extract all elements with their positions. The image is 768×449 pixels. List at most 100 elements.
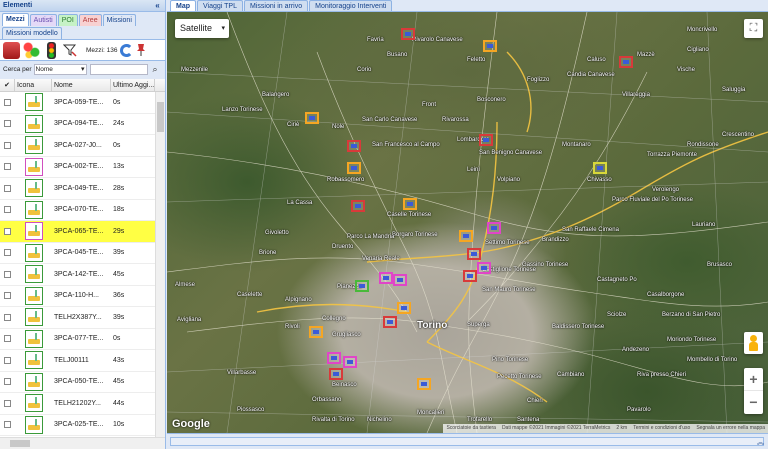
table-row[interactable]: 3PCA-142-TE... 45s (0, 264, 155, 286)
table-row[interactable]: TELH21202Y... 44s (0, 393, 155, 415)
vehicle-marker[interactable] (487, 222, 501, 234)
table-row[interactable]: 3PCA-025-TE... 10s (0, 415, 155, 436)
street-view-pegman-icon[interactable] (744, 332, 763, 354)
vehicle-marker[interactable] (343, 356, 357, 368)
map-label-feletto: Feletto (467, 57, 486, 63)
satellite-map[interactable]: Satellite ⛶ + − Google Scorciatoie da ta… (167, 12, 768, 433)
row-checkbox[interactable] (4, 335, 11, 343)
row-checkbox[interactable] (4, 378, 11, 386)
search-field-select[interactable]: Nome (33, 63, 87, 75)
row-checkbox[interactable] (4, 356, 11, 364)
tab-poi[interactable]: POI (57, 14, 78, 26)
table-row[interactable]: 3PCA-002-TE... 13s (0, 157, 155, 178)
vertical-scrollbar[interactable] (155, 92, 165, 437)
table-row[interactable]: 3PCA-050-TE... 45s (0, 372, 155, 393)
bottom-panel-header[interactable] (170, 437, 764, 446)
vehicle-marker[interactable] (397, 302, 411, 314)
vehicle-marker[interactable] (477, 262, 491, 274)
filter-icon[interactable] (63, 43, 77, 57)
tab-autisti[interactable]: Autisti (29, 14, 57, 26)
keyboard-shortcuts-link[interactable]: Scorciatoie da tastiera (446, 424, 495, 433)
row-checkbox[interactable] (4, 206, 11, 214)
row-checkbox[interactable] (4, 270, 11, 278)
vehicles-icon[interactable] (3, 41, 20, 59)
zoom-in-button[interactable]: + (744, 368, 763, 391)
table-row[interactable]: 3PCA-077-TE... 0s (0, 329, 155, 350)
row-checkbox[interactable] (4, 141, 11, 149)
last-update: 13s (113, 163, 125, 171)
vehicle-marker[interactable] (479, 134, 493, 146)
row-checkbox[interactable] (4, 163, 11, 171)
table-row[interactable]: 3PCA-070-TE... 18s (0, 200, 155, 221)
row-checkbox[interactable] (4, 120, 11, 128)
vehicle-marker[interactable] (459, 230, 473, 242)
vehicle-marker[interactable] (347, 162, 361, 174)
map-label-almese: Almese (175, 282, 196, 288)
tab-missioni-in-arrivo[interactable]: Missioni in arrivo (244, 0, 309, 11)
vehicle-marker[interactable] (467, 248, 481, 260)
vehicle-marker[interactable] (403, 198, 417, 210)
table-row[interactable]: 3PCA-094-TE... 24s (0, 114, 155, 135)
groups-icon[interactable] (23, 41, 40, 59)
row-checkbox[interactable] (4, 313, 11, 321)
report-error-link[interactable]: Segnala un errore nella mappa (696, 424, 765, 433)
row-checkbox[interactable] (4, 227, 11, 235)
tab-map[interactable]: Map (170, 0, 196, 11)
zoom-out-button[interactable]: − (744, 391, 763, 414)
vehicle-marker[interactable] (417, 378, 431, 390)
table-row[interactable]: 3PCA-065-TE... 29s (0, 221, 155, 243)
vehicle-marker[interactable] (379, 272, 393, 284)
refresh-icon[interactable] (120, 43, 134, 57)
column-header-name[interactable]: Nome (52, 79, 111, 91)
table-row[interactable]: 3PCA-045-TE... 39s (0, 243, 155, 264)
column-header-icon[interactable]: Icona (15, 79, 52, 91)
vehicle-marker[interactable] (355, 280, 369, 292)
scroll-thumb[interactable] (157, 102, 164, 132)
tab-viaggi-tpl[interactable]: Viaggi TPL (197, 0, 243, 11)
table-row[interactable]: 3PCA-110-H... 36s (0, 286, 155, 307)
search-input[interactable] (89, 63, 148, 75)
tab-aree[interactable]: Aree (78, 14, 102, 26)
vehicle-marker[interactable] (347, 140, 361, 152)
traffic-light-icon[interactable] (47, 41, 56, 59)
tab-missioni-modello[interactable]: Missioni modello (2, 27, 62, 39)
tab-missioni[interactable]: Missioni (102, 14, 136, 26)
collapse-panel-button[interactable]: « (153, 1, 162, 10)
table-row[interactable]: 3PCA-027-J0... 0s (0, 135, 155, 157)
vehicle-marker[interactable] (329, 368, 343, 380)
vehicle-marker[interactable] (401, 28, 415, 40)
vehicle-marker[interactable] (383, 316, 397, 328)
tab-monitoraggio-interventi[interactable]: Monitoraggio Interventi (309, 0, 393, 11)
select-all-checkbox[interactable]: ✔ (0, 79, 15, 91)
fullscreen-button[interactable]: ⛶ (744, 19, 763, 38)
hscroll-thumb[interactable] (10, 440, 30, 447)
expand-panel-icon[interactable]: ︽ (757, 437, 764, 447)
terms-link[interactable]: Termini e condizioni d'uso (633, 424, 690, 433)
vehicle-marker[interactable] (309, 326, 323, 338)
map-type-dropdown[interactable]: Satellite (175, 19, 229, 38)
row-checkbox[interactable] (4, 292, 11, 300)
vehicle-marker[interactable] (463, 270, 477, 282)
vehicle-marker[interactable] (619, 56, 633, 68)
row-checkbox[interactable] (4, 98, 11, 106)
tab-mezzi[interactable]: Mezzi (2, 13, 29, 26)
vehicle-marker[interactable] (327, 352, 341, 364)
table-row[interactable]: 3PCA-059-TE... 0s (0, 92, 155, 114)
vehicle-marker[interactable] (393, 274, 407, 286)
vehicle-marker[interactable] (593, 162, 607, 174)
table-row[interactable]: TELJ00111 43s (0, 350, 155, 372)
table-row[interactable]: TELH2X387Y... 39s (0, 307, 155, 329)
vehicle-marker[interactable] (305, 112, 319, 124)
horizontal-scrollbar[interactable] (0, 437, 165, 449)
vehicle-marker[interactable] (483, 40, 497, 52)
last-update: 45s (113, 378, 125, 386)
row-checkbox[interactable] (4, 184, 11, 192)
table-row[interactable]: 3PCA-049-TE... 28s (0, 178, 155, 200)
row-checkbox[interactable] (4, 421, 11, 429)
pin-icon[interactable] (136, 43, 146, 57)
row-checkbox[interactable] (4, 249, 11, 257)
column-header-updated[interactable]: Ultimo Aggi... (111, 79, 155, 91)
row-checkbox[interactable] (4, 399, 11, 407)
vehicle-marker[interactable] (351, 200, 365, 212)
search-icon[interactable]: ⌕ (150, 64, 161, 75)
